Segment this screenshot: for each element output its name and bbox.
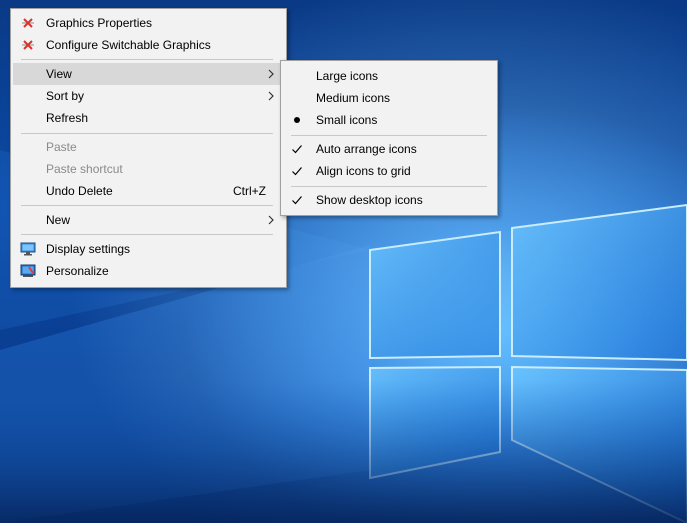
submenu-item-show-desktop-icons[interactable]: Show desktop icons — [283, 189, 495, 211]
menu-item-label: Paste shortcut — [46, 162, 123, 176]
menu-item-label: Refresh — [46, 111, 89, 125]
chevron-right-icon — [268, 91, 274, 101]
menu-item-label: Sort by — [46, 89, 85, 103]
menu-item-label: Medium icons — [316, 91, 391, 105]
checkmark-icon — [292, 145, 302, 154]
chevron-right-icon — [268, 69, 274, 79]
menu-item-label: Undo Delete — [46, 184, 113, 198]
menu-item-label: Auto arrange icons — [316, 142, 417, 156]
radio-dot-icon — [294, 117, 300, 123]
menu-item-label: Personalize — [46, 264, 109, 278]
submenu-item-small-icons[interactable]: Small icons — [283, 109, 495, 131]
menu-separator — [291, 186, 487, 187]
menu-item-paste[interactable]: Paste — [13, 136, 284, 158]
intel-graphics-icon — [22, 18, 34, 28]
keyboard-shortcut: Ctrl+Z — [233, 184, 266, 198]
checkmark-icon — [292, 196, 302, 205]
menu-separator — [21, 59, 273, 60]
menu-item-view[interactable]: View — [13, 63, 284, 85]
menu-item-label: Display settings — [46, 242, 131, 256]
submenu-item-medium-icons[interactable]: Medium icons — [283, 87, 495, 109]
submenu-item-auto-arrange-icons[interactable]: Auto arrange icons — [283, 138, 495, 160]
chevron-right-icon — [268, 215, 274, 225]
menu-separator — [21, 133, 273, 134]
menu-separator — [21, 205, 273, 206]
menu-item-undo-delete[interactable]: Undo Delete Ctrl+Z — [13, 180, 284, 202]
menu-item-label: Graphics Properties — [46, 16, 153, 30]
menu-item-display-settings[interactable]: Display settings — [13, 238, 284, 260]
menu-separator — [21, 234, 273, 235]
menu-item-graphics-properties[interactable]: Graphics Properties — [13, 12, 284, 34]
menu-separator — [291, 135, 487, 136]
menu-item-label: Paste — [46, 140, 77, 154]
submenu-item-large-icons[interactable]: Large icons — [283, 65, 495, 87]
menu-item-sort-by[interactable]: Sort by — [13, 85, 284, 107]
menu-item-refresh[interactable]: Refresh — [13, 107, 284, 129]
checkmark-icon — [292, 167, 302, 176]
submenu-item-align-icons-to-grid[interactable]: Align icons to grid — [283, 160, 495, 182]
menu-item-label: Configure Switchable Graphics — [46, 38, 211, 52]
menu-item-paste-shortcut[interactable]: Paste shortcut — [13, 158, 284, 180]
desktop-context-menu: Graphics Properties Configure Switchable… — [10, 8, 287, 288]
view-submenu: Large icons Medium icons Small icons Aut… — [280, 60, 498, 216]
menu-item-label: View — [46, 67, 72, 81]
menu-item-label: Large icons — [316, 69, 379, 83]
intel-graphics-icon — [22, 40, 34, 50]
monitor-icon — [20, 242, 36, 256]
menu-item-label: Align icons to grid — [316, 164, 411, 178]
personalize-icon — [20, 264, 36, 277]
menu-item-label: Small icons — [316, 113, 378, 127]
menu-item-configure-switchable-graphics[interactable]: Configure Switchable Graphics — [13, 34, 284, 56]
menu-item-label: Show desktop icons — [316, 193, 423, 207]
menu-item-personalize[interactable]: Personalize — [13, 260, 284, 282]
menu-item-label: New — [46, 213, 71, 227]
menu-item-new[interactable]: New — [13, 209, 284, 231]
